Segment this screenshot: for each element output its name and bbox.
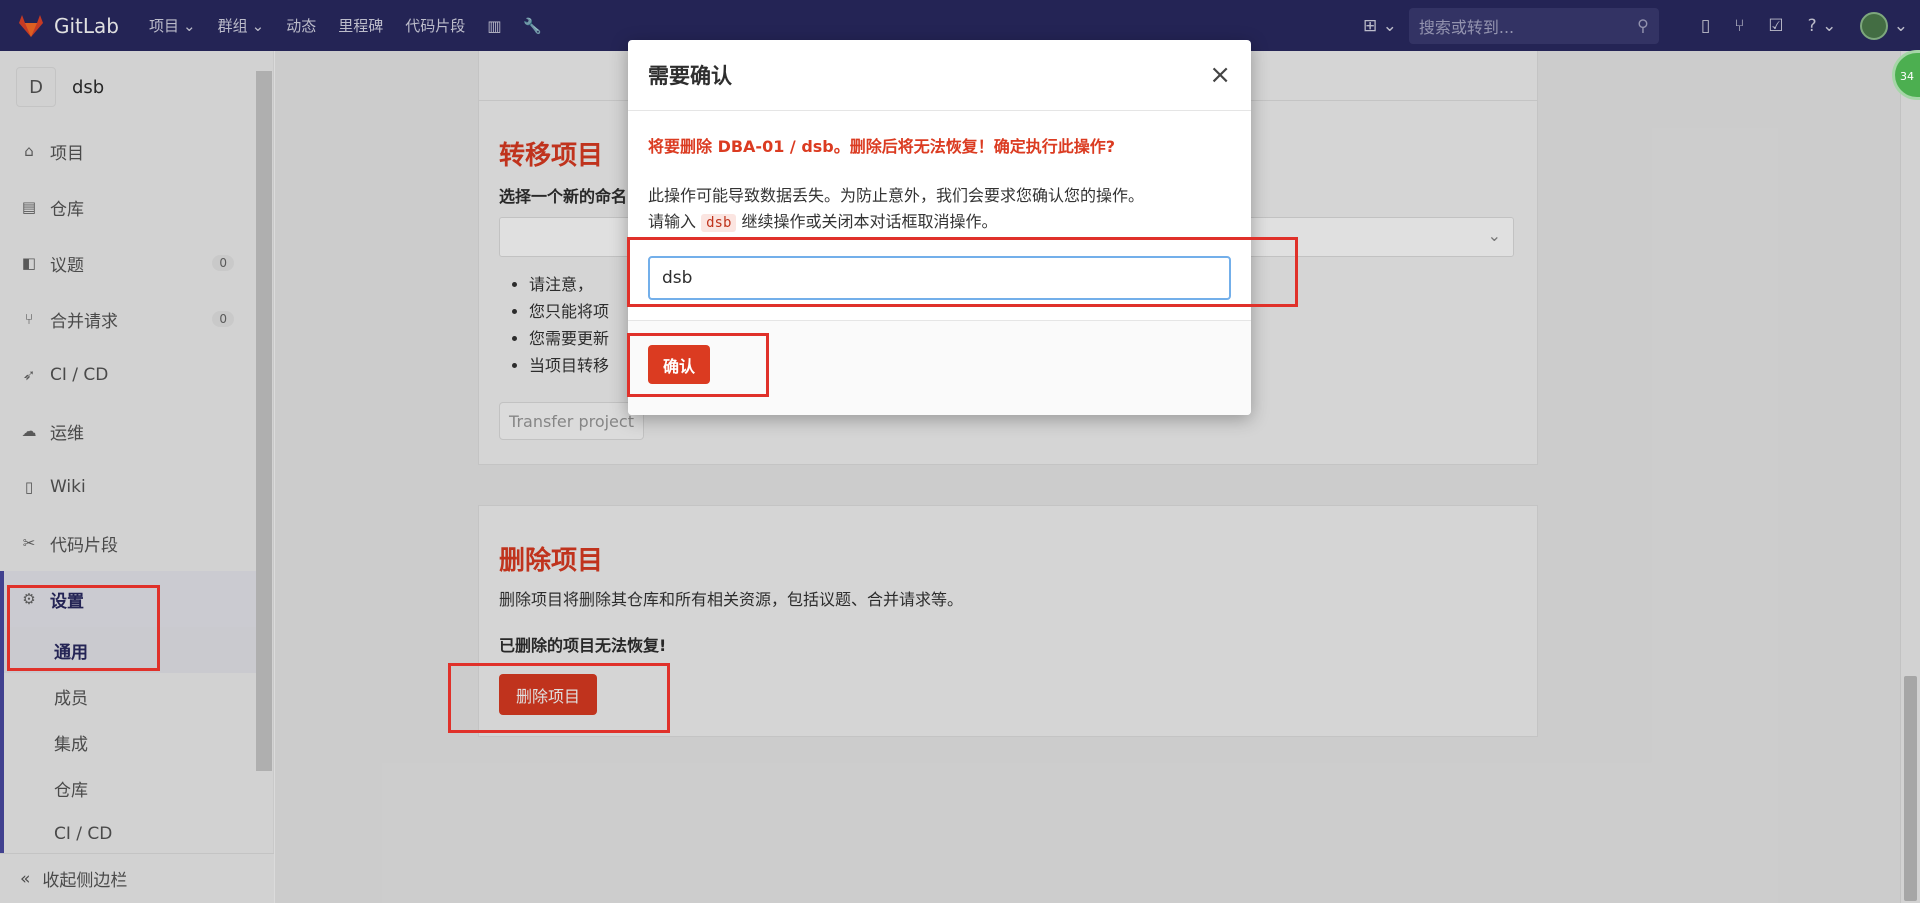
modal-warning: 将要删除 DBA-01 / dsb。删除后将无法恢复！确定执行此操作? bbox=[648, 137, 1116, 156]
annotation-box-input bbox=[627, 237, 1298, 307]
project-path-code: dsb bbox=[701, 214, 737, 232]
modal-header: 需要确认 × bbox=[628, 40, 1251, 111]
annotation-box-confirm bbox=[627, 333, 769, 397]
modal-description: 此操作可能导致数据丢失。为防止意外，我们会要求您确认您的操作。 请输入 dsb … bbox=[648, 186, 1145, 232]
close-icon[interactable]: × bbox=[1209, 60, 1231, 90]
annotation-box-delete bbox=[448, 663, 670, 733]
modal-title: 需要确认 bbox=[648, 64, 732, 88]
annotation-box-settings bbox=[7, 585, 160, 671]
